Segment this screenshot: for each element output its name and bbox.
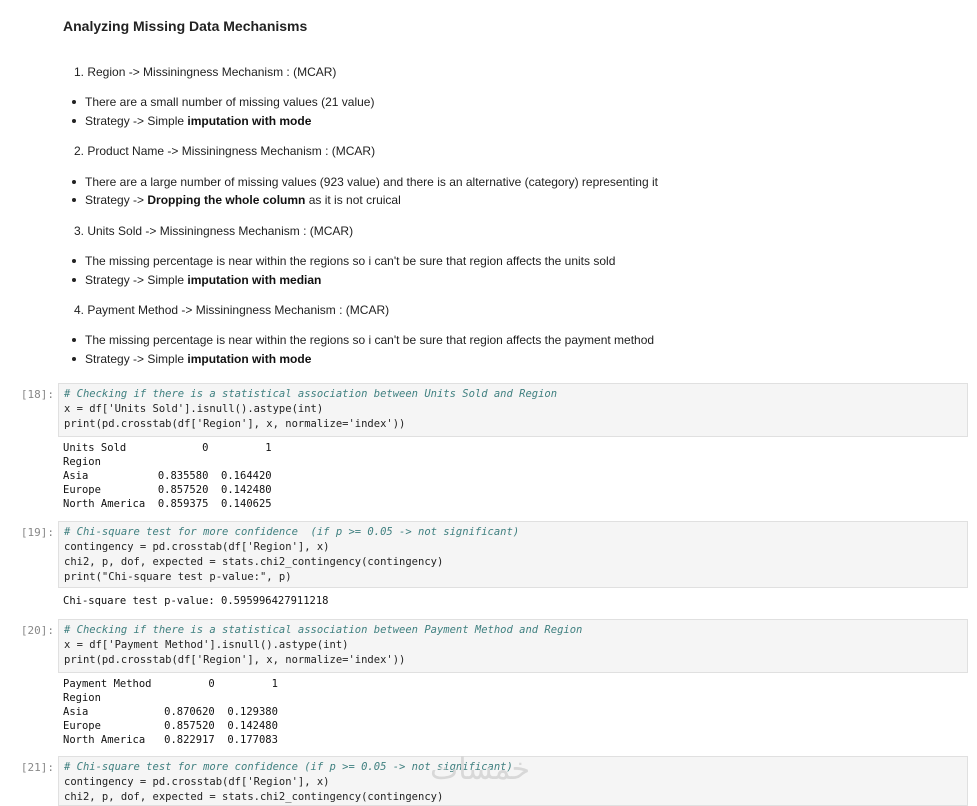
output-line: Europe 0.857520 0.142480: [63, 484, 272, 496]
markdown-title: Analyzing Missing Data Mechanisms: [63, 18, 308, 34]
output-line: Region: [63, 456, 101, 468]
code-line: # Chi-square test for more confidence (i…: [64, 526, 520, 538]
code-line: # Checking if there is a statistical ass…: [64, 624, 583, 636]
cell-output: Payment Method 0 1 Region Asia 0.870620 0.…: [63, 677, 278, 747]
cell-output: Chi-square test p-value: 0.5959964279112…: [63, 594, 329, 608]
code-cell[interactable]: # Checking if there is a statistical ass…: [58, 383, 968, 437]
section-heading: 4. Payment Method -> Missiningness Mecha…: [74, 303, 390, 317]
output-line: Chi-square test p-value: 0.5959964279112…: [63, 595, 329, 607]
list-item: There are a large number of missing valu…: [72, 175, 658, 189]
output-line: Region: [63, 692, 101, 704]
list-item: The missing percentage is near within th…: [71, 333, 655, 347]
code-line: contingency = pd.crosstab(df['Region'], …: [64, 541, 330, 553]
list-item: There are a small number of missing valu…: [71, 95, 375, 109]
section-heading: 3. Units Sold -> Missiningness Mechanism…: [74, 224, 354, 238]
code-line: print("Chi-square test p-value:", p): [64, 571, 292, 583]
section-heading: 1. Region -> Missiningness Mechanism : (…: [74, 65, 337, 79]
code-cell[interactable]: # Checking if there is a statistical ass…: [58, 619, 968, 673]
list-item: Strategy -> Simple imputation with mode: [71, 114, 312, 128]
output-line: Units Sold 0 1: [63, 442, 272, 454]
cell-prompt: [18]:: [20, 388, 54, 401]
list-item: Strategy -> Dropping the whole column as…: [72, 193, 401, 207]
output-line: Asia 0.870620 0.129380: [63, 706, 278, 718]
watermark-logo: خمسات: [430, 752, 531, 787]
code-line: x = df['Payment Method'].isnull().astype…: [64, 639, 349, 651]
output-line: Europe 0.857520 0.142480: [63, 720, 278, 732]
code-line: # Checking if there is a statistical ass…: [64, 388, 558, 400]
code-line: x = df['Units Sold'].isnull().astype(int…: [64, 403, 324, 415]
output-line: Asia 0.835580 0.164420: [63, 470, 272, 482]
code-line: chi2, p, dof, expected = stats.chi2_cont…: [64, 791, 444, 803]
list-item: Strategy -> Simple imputation with media…: [71, 273, 322, 287]
code-line: print(pd.crosstab(df['Region'], x, norma…: [64, 418, 406, 430]
list-item: Strategy -> Simple imputation with mode: [71, 352, 312, 366]
output-line: North America 0.822917 0.177083: [63, 734, 278, 746]
cell-prompt: [20]:: [20, 624, 54, 637]
cell-prompt: [19]:: [20, 526, 54, 539]
code-line: print(pd.crosstab(df['Region'], x, norma…: [64, 654, 406, 666]
section-heading: 2. Product Name -> Missiningness Mechani…: [74, 144, 376, 158]
list-item: The missing percentage is near within th…: [71, 254, 616, 268]
cell-prompt: [21]:: [20, 761, 54, 774]
code-line: chi2, p, dof, expected = stats.chi2_cont…: [64, 556, 444, 568]
code-cell[interactable]: # Chi-square test for more confidence (i…: [58, 521, 968, 588]
cell-output: Units Sold 0 1 Region Asia 0.835580 0.1644…: [63, 441, 272, 511]
output-line: North America 0.859375 0.140625: [63, 498, 272, 510]
output-line: Payment Method 0 1: [63, 678, 278, 690]
